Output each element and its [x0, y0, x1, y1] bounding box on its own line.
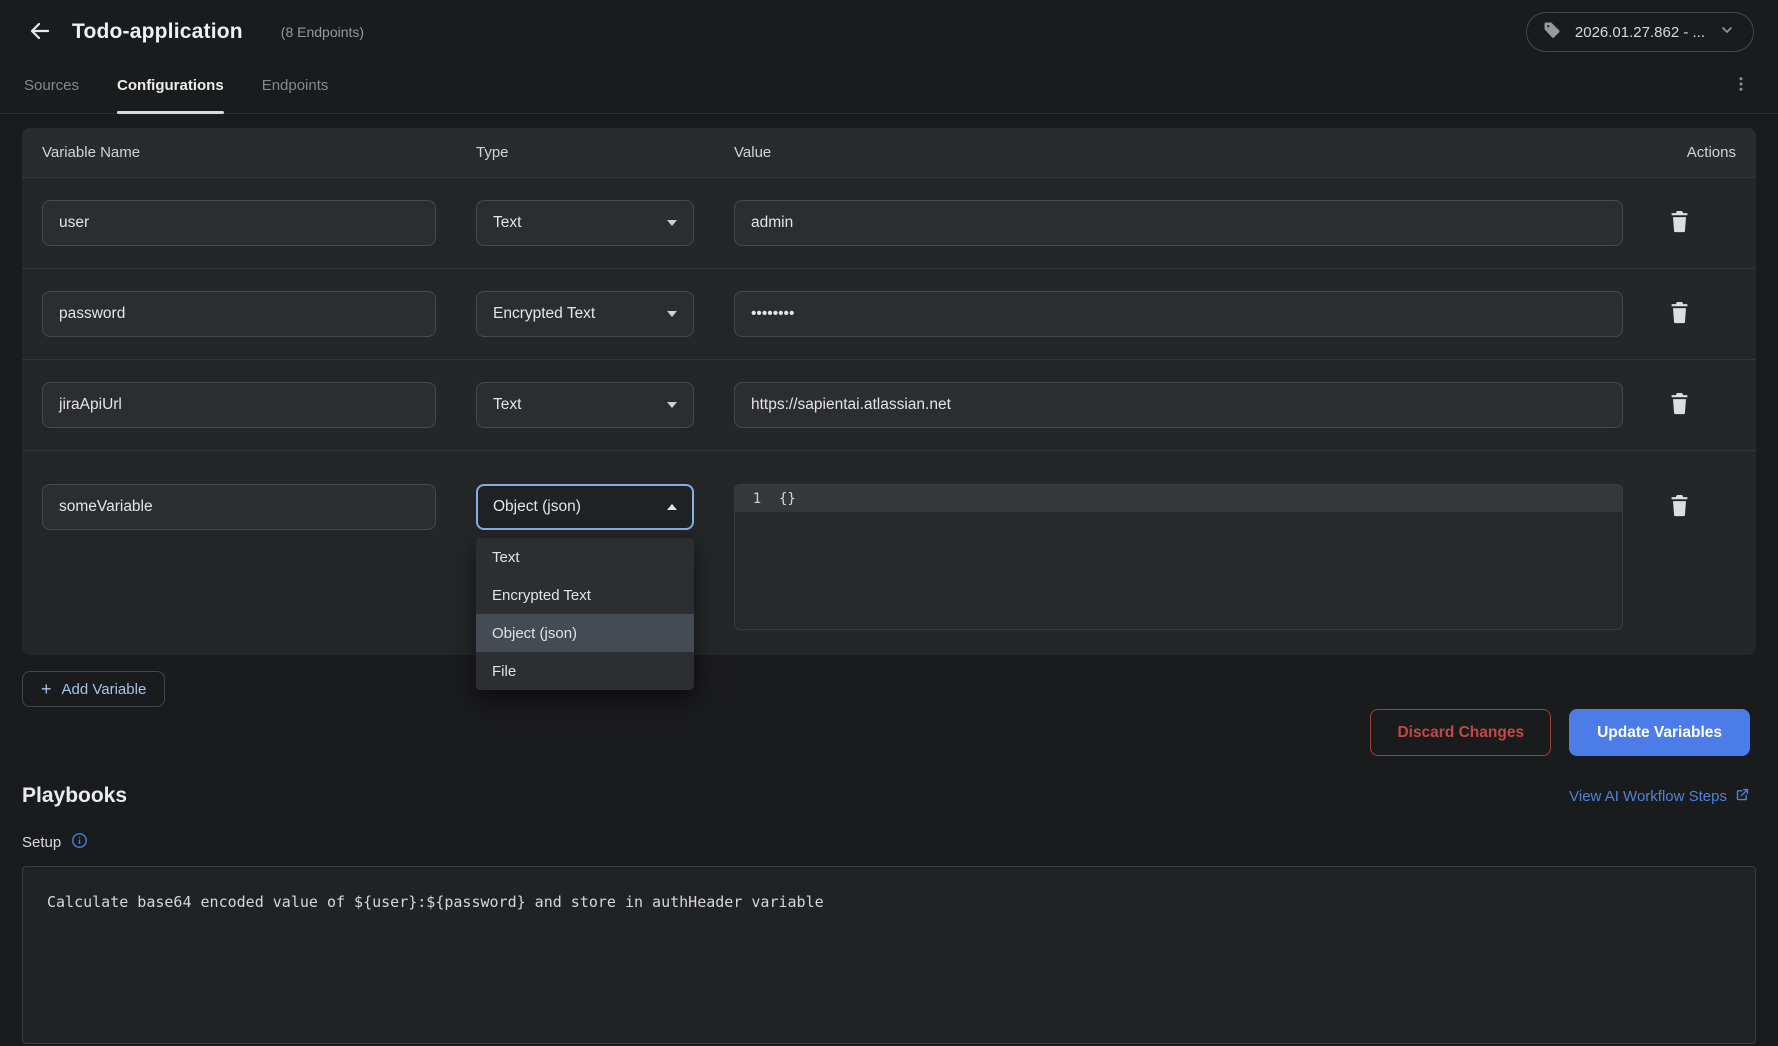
caret-down-icon	[667, 311, 677, 317]
discard-changes-button[interactable]: Discard Changes	[1370, 709, 1551, 756]
tab-configurations[interactable]: Configurations	[117, 58, 224, 113]
info-icon[interactable]	[71, 832, 88, 853]
page-title: Todo-application	[72, 20, 243, 44]
playbooks-heading: Playbooks	[22, 784, 127, 808]
trash-icon	[1669, 494, 1690, 520]
trash-icon	[1669, 210, 1690, 236]
variable-name-input[interactable]: someVariable	[42, 484, 436, 530]
json-value-editor[interactable]: 1 {}	[734, 484, 1623, 630]
tab-bar: Sources Configurations Endpoints	[0, 58, 1778, 114]
menu-item-text[interactable]: Text	[476, 538, 694, 576]
column-value: Value	[734, 144, 1623, 161]
plus-icon: +	[41, 680, 52, 698]
app-header: Todo-application (8 Endpoints) 2026.01.2…	[0, 0, 1778, 58]
column-type: Type	[476, 144, 734, 161]
caret-down-icon	[667, 402, 677, 408]
table-header-row: Variable Name Type Value Actions	[22, 128, 1756, 178]
editor-line-number: 1	[735, 491, 779, 507]
editor-active-line: 1 {}	[735, 485, 1622, 512]
value-input[interactable]: https://sapientai.atlassian.net	[734, 382, 1623, 428]
editor-code: {}	[779, 491, 796, 507]
add-variable-button[interactable]: + Add Variable	[22, 671, 165, 707]
version-selector[interactable]: 2026.01.27.862 - ...	[1526, 12, 1754, 52]
value-input[interactable]: admin	[734, 200, 1623, 246]
menu-item-encrypted-text[interactable]: Encrypted Text	[476, 576, 694, 614]
type-select-value: Encrypted Text	[493, 305, 595, 323]
type-select-open[interactable]: Object (json)	[476, 484, 694, 530]
column-actions: Actions	[1623, 144, 1736, 161]
update-variables-button[interactable]: Update Variables	[1569, 709, 1750, 756]
table-row: password Encrypted Text ••••••••	[22, 269, 1756, 360]
setup-playbook-textarea[interactable]: Calculate base64 encoded value of ${user…	[22, 866, 1756, 1044]
back-arrow-icon	[28, 19, 52, 46]
tab-sources[interactable]: Sources	[24, 58, 79, 113]
delete-variable-button[interactable]	[1669, 382, 1690, 428]
back-button[interactable]	[24, 15, 56, 50]
delete-variable-button[interactable]	[1669, 200, 1690, 246]
menu-item-object-json[interactable]: Object (json)	[476, 614, 694, 652]
type-select-value: Object (json)	[493, 498, 581, 516]
caret-up-icon	[667, 504, 677, 510]
type-dropdown-menu: Text Encrypted Text Object (json) File	[476, 538, 694, 690]
type-select[interactable]: Encrypted Text	[476, 291, 694, 337]
variable-name-input[interactable]: user	[42, 200, 436, 246]
delete-variable-button[interactable]	[1669, 484, 1690, 530]
trash-icon	[1669, 392, 1690, 418]
endpoints-count: (8 Endpoints)	[281, 24, 364, 40]
table-row: someVariable Object (json) Text Encrypte…	[22, 451, 1756, 655]
chevron-down-icon	[1719, 22, 1735, 42]
caret-down-icon	[667, 220, 677, 226]
value-input[interactable]: ••••••••	[734, 291, 1623, 337]
table-row: jiraApiUrl Text https://sapientai.atlass…	[22, 360, 1756, 451]
setup-playbook-text: Calculate base64 encoded value of ${user…	[47, 893, 824, 911]
version-label: 2026.01.27.862 - ...	[1575, 24, 1705, 41]
type-select-value: Text	[493, 396, 521, 414]
workflow-link-label: View AI Workflow Steps	[1569, 788, 1727, 805]
view-ai-workflow-steps-link[interactable]: View AI Workflow Steps	[1569, 787, 1750, 806]
menu-item-file[interactable]: File	[476, 652, 694, 690]
more-options-button[interactable]	[1728, 71, 1754, 100]
delete-variable-button[interactable]	[1669, 291, 1690, 337]
variable-name-input[interactable]: password	[42, 291, 436, 337]
type-select[interactable]: Text	[476, 382, 694, 428]
table-row: user Text admin	[22, 178, 1756, 269]
type-select-value: Text	[493, 214, 521, 232]
add-variable-label: Add Variable	[62, 681, 147, 698]
column-variable-name: Variable Name	[42, 144, 476, 161]
tab-endpoints[interactable]: Endpoints	[262, 58, 329, 113]
type-select[interactable]: Text	[476, 200, 694, 246]
variables-table: Variable Name Type Value Actions user Te…	[22, 128, 1756, 655]
kebab-icon	[1732, 75, 1750, 96]
variable-name-input[interactable]: jiraApiUrl	[42, 382, 436, 428]
trash-icon	[1669, 301, 1690, 327]
tag-icon	[1543, 21, 1561, 43]
external-link-icon	[1735, 787, 1750, 806]
setup-label: Setup	[22, 834, 61, 851]
